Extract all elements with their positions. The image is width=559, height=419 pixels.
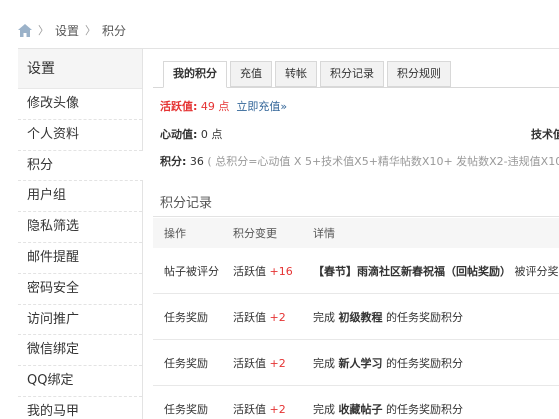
active-value: 49 点 bbox=[200, 100, 230, 113]
sidebar-item-points[interactable]: 积分 bbox=[18, 150, 143, 182]
sidebar-item-profile[interactable]: 个人资料 bbox=[18, 120, 142, 151]
score-formula: ( 总积分=心动值 X 5+技术值X5+精华帖数X10+ 发帖数X2-违规值X1… bbox=[207, 155, 559, 168]
sidebar-item-usergroup[interactable]: 用户组 bbox=[18, 181, 142, 213]
row-change: 活跃值 +2 bbox=[233, 402, 286, 416]
row-detail: 完成 初级教程 的任务奖励积分 bbox=[313, 310, 463, 324]
row-detail: 【春节】雨滴社区新春祝福（回帖奖励） 被评分奖 bbox=[313, 264, 559, 278]
sidebar-item-password[interactable]: 密码安全 bbox=[18, 274, 142, 305]
main-content: 我的积分 充值 转帐 积分记录 积分规则 活跃值: 49 点 立即充值» 心动值… bbox=[143, 48, 559, 419]
detail-thread-link[interactable]: 【春节】雨滴社区新春祝福（回帖奖励） bbox=[313, 265, 511, 278]
row-change: 活跃值 +2 bbox=[233, 310, 286, 324]
heart-label: 心动值: bbox=[160, 128, 198, 141]
heart-value-line: 心动值: 0 点 bbox=[160, 126, 222, 142]
settings-sidebar: 设置 修改头像 个人资料 积分 用户组 隐私筛选 邮件提醒 密码安全 访问推广 … bbox=[18, 48, 143, 419]
tab-points-log[interactable]: 积分记录 bbox=[320, 61, 384, 87]
score-line: 积分: 36 ( 总积分=心动值 X 5+技术值X5+精华帖数X10+ 发帖数X… bbox=[160, 153, 559, 169]
score-label: 积分: bbox=[160, 155, 187, 168]
table-row: 任务奖励 活跃值 +2 完成 初级教程 的任务奖励积分 bbox=[153, 294, 559, 340]
breadcrumb: 〉 设置 〉 积分 bbox=[18, 22, 126, 38]
sidebar-item-promotion[interactable]: 访问推广 bbox=[18, 305, 142, 336]
table-row: 任务奖励 活跃值 +2 完成 收藏帖子 的任务奖励积分 bbox=[153, 386, 559, 419]
sidebar-item-alias[interactable]: 我的马甲 bbox=[18, 397, 142, 419]
row-operation: 任务奖励 bbox=[164, 310, 208, 324]
breadcrumb-separator: 〉 bbox=[38, 24, 49, 37]
record-divider bbox=[153, 216, 559, 217]
home-icon[interactable] bbox=[18, 23, 32, 37]
sidebar-item-qq[interactable]: QQ绑定 bbox=[18, 366, 142, 397]
tab-points-rules[interactable]: 积分规则 bbox=[387, 61, 451, 87]
tech-value-line: 技术值 bbox=[531, 126, 559, 142]
tab-my-points[interactable]: 我的积分 bbox=[163, 61, 227, 88]
breadcrumb-settings[interactable]: 设置 bbox=[55, 22, 79, 39]
points-record-table: 操作 积分变更 详情 帖子被评分 活跃值 +16 【春节】雨滴社区新春祝福（回帖… bbox=[153, 218, 559, 419]
sidebar-item-privacy[interactable]: 隐私筛选 bbox=[18, 212, 142, 243]
heart-value: 0 点 bbox=[200, 128, 223, 141]
tab-transfer[interactable]: 转帐 bbox=[275, 61, 317, 87]
row-change: 活跃值 +16 bbox=[233, 264, 293, 278]
row-detail: 完成 新人学习 的任务奖励积分 bbox=[313, 356, 463, 370]
active-label: 活跃值: bbox=[160, 100, 198, 113]
sidebar-item-avatar[interactable]: 修改头像 bbox=[18, 89, 142, 120]
table-header: 操作 积分变更 详情 bbox=[153, 218, 559, 248]
active-value-line: 活跃值: 49 点 立即充值» bbox=[160, 98, 287, 114]
detail-task-link[interactable]: 收藏帖子 bbox=[339, 403, 383, 416]
header-operation: 操作 bbox=[164, 227, 186, 240]
row-change: 活跃值 +2 bbox=[233, 356, 286, 370]
detail-task-link[interactable]: 新人学习 bbox=[339, 357, 383, 370]
header-detail: 详情 bbox=[313, 227, 335, 240]
sidebar-item-email-notify[interactable]: 邮件提醒 bbox=[18, 243, 142, 274]
recharge-link[interactable]: 立即充值» bbox=[236, 100, 287, 113]
table-row: 任务奖励 活跃值 +2 完成 新人学习 的任务奖励积分 bbox=[153, 340, 559, 386]
sidebar-item-wechat[interactable]: 微信绑定 bbox=[18, 335, 142, 367]
breadcrumb-points[interactable]: 积分 bbox=[102, 22, 126, 39]
score-value: 36 bbox=[189, 155, 204, 168]
sidebar-title: 设置 bbox=[18, 49, 142, 89]
header-change: 积分变更 bbox=[233, 227, 277, 240]
tech-label: 技术值 bbox=[531, 128, 559, 141]
points-tabs: 我的积分 充值 转帐 积分记录 积分规则 bbox=[163, 61, 451, 88]
tab-recharge[interactable]: 充值 bbox=[230, 61, 272, 87]
detail-task-link[interactable]: 初级教程 bbox=[339, 311, 383, 324]
row-operation: 帖子被评分 bbox=[164, 264, 219, 278]
breadcrumb-separator: 〉 bbox=[85, 24, 97, 37]
row-detail: 完成 收藏帖子 的任务奖励积分 bbox=[313, 402, 463, 416]
table-row: 帖子被评分 活跃值 +16 【春节】雨滴社区新春祝福（回帖奖励） 被评分奖 bbox=[153, 248, 559, 294]
record-section-title: 积分记录 bbox=[160, 196, 213, 211]
row-operation: 任务奖励 bbox=[164, 356, 208, 370]
row-operation: 任务奖励 bbox=[164, 402, 208, 416]
